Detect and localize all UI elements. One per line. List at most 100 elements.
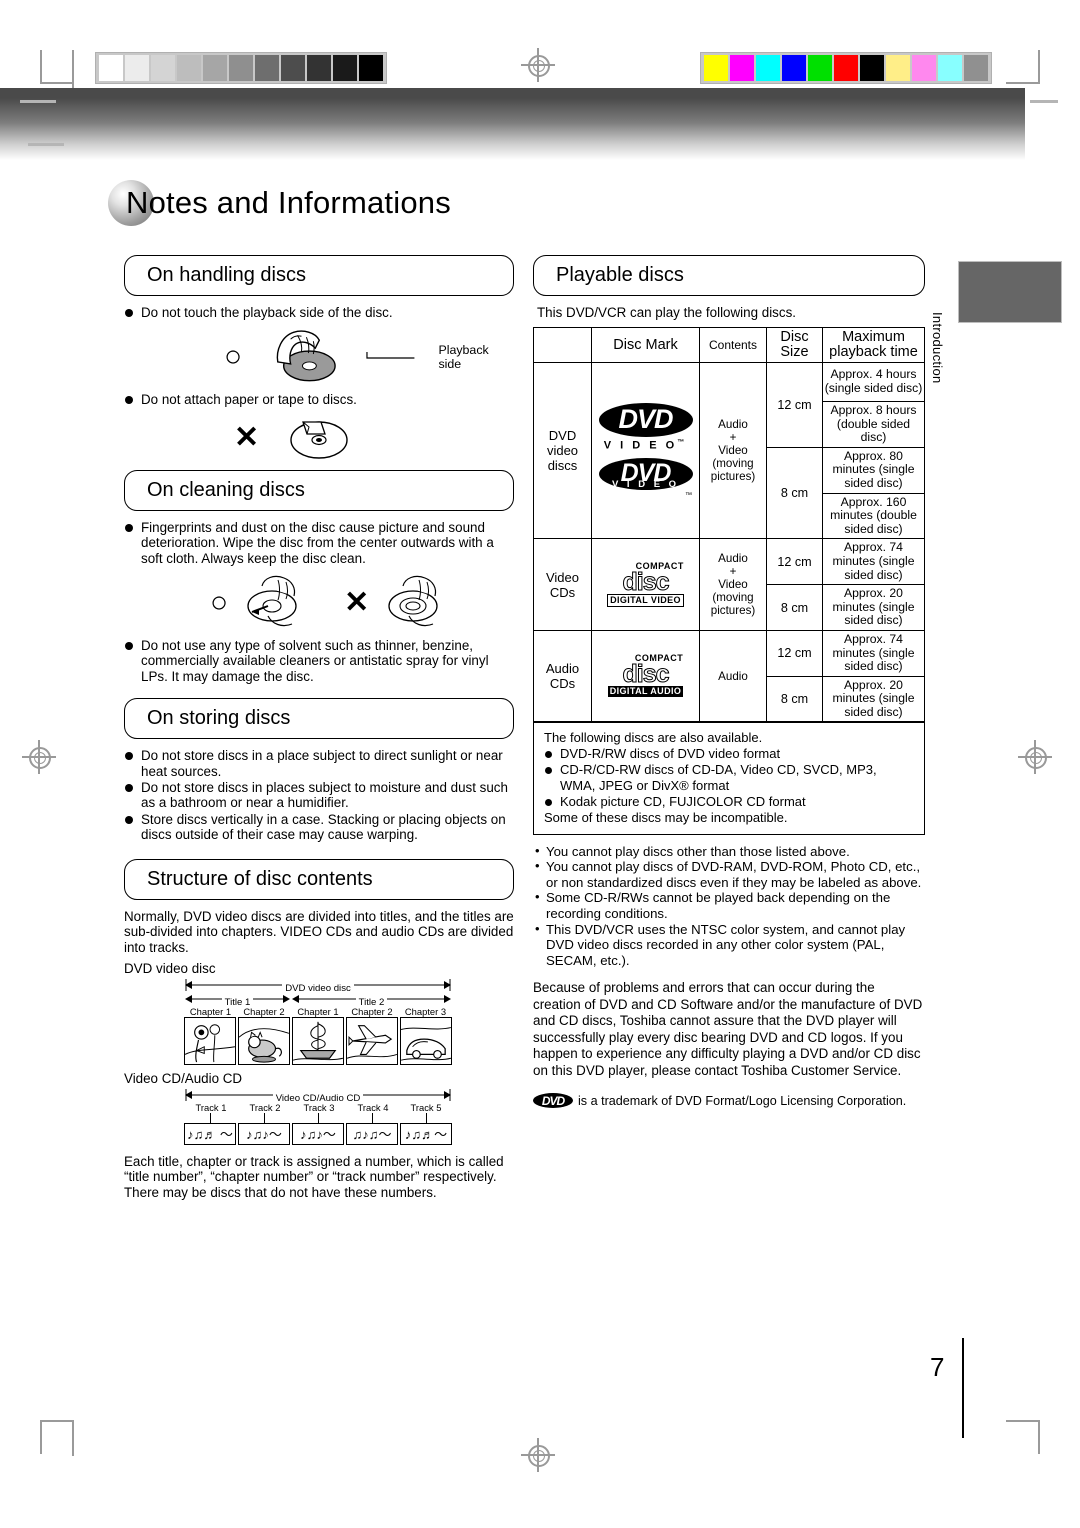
dvd-logo-small-icon: DVD [533, 1093, 573, 1109]
list-item: Kodak picture CD, FUJICOLOR CD format [544, 794, 914, 810]
dvd-span-label: DVD video disc [282, 982, 354, 994]
color-patch [730, 55, 754, 81]
cd-diagram-caption: Video CD/Audio CD [124, 1070, 243, 1086]
also-available-box: The following discs are also available. … [533, 722, 925, 835]
color-patch [808, 55, 832, 81]
dvd-contents-l3: Video [718, 444, 748, 458]
color-patch [912, 55, 936, 81]
dvd-time-8cm-single: Approx. 80 minutes (single sided disc) [822, 446, 925, 494]
section-heading-cleaning-text: On cleaning discs [147, 478, 305, 501]
track-box: ♪♫♬ 〜 [184, 1122, 236, 1145]
videocd-contents-l1: Audio [718, 552, 748, 566]
also-available-footer: Some of these discs may be incompatible. [544, 810, 788, 826]
list-item: Do not touch the playback side of the di… [124, 305, 514, 320]
header-disc-size-l1: Disc [780, 329, 809, 345]
row-type-dvd-l3: discs [547, 458, 578, 474]
color-patch [756, 55, 780, 81]
videocd-contents-l4: (moving [712, 591, 754, 605]
gray-patch [151, 55, 175, 81]
dvd-size-12cm: 12 cm [766, 362, 823, 448]
header-playback-time: Maximum playback time [822, 327, 925, 363]
section-heading-cleaning: On cleaning discs [124, 469, 514, 511]
videocd-contents-l5: pictures) [710, 604, 756, 618]
header-disc-size: Disc Size [766, 327, 823, 363]
gray-patch [229, 55, 253, 81]
row-type-videocd-l2: CDs [549, 584, 576, 600]
row-type-videocd-l1: Video [545, 569, 579, 585]
disclaimer-text: Because of problems and errors that can … [533, 980, 923, 1078]
gray-patch [281, 55, 305, 81]
dvd-contents-l2: + [729, 431, 737, 445]
playable-discs-table: Disc Mark Contents Disc Size Maximum pla… [533, 327, 925, 723]
list-item: DVD-R/RW discs of DVD video format [544, 746, 914, 762]
row-type-dvd-l2: video [546, 443, 579, 459]
list-item: Do not store discs in places subject to … [124, 780, 514, 811]
dvd-structure-diagram: DVD video disc Title 1 Title 2 Chapter 1… [184, 978, 452, 1065]
gray-patch [333, 55, 357, 81]
playback-side-label: Playback side [438, 343, 489, 372]
header-disc-size-l2: Size [780, 344, 809, 360]
section-heading-playable-text: Playable discs [556, 264, 684, 286]
leader-line [366, 352, 415, 359]
dvd-contents-l4: (moving [712, 457, 754, 471]
also-available-lead: The following discs are also available. [544, 730, 763, 746]
circle-ok-icon: ○ [210, 586, 229, 620]
dvd-time-12cm-single: Approx. 4 hours (single sided disc) [822, 362, 925, 402]
thumbnail-cat [238, 1016, 290, 1065]
dvd-size-8cm: 8 cm [766, 446, 823, 540]
page-title: Notes and Informations [108, 180, 451, 226]
playable-intro-text: This DVD/VCR can play the following disc… [537, 305, 796, 320]
page-number: 7 [930, 1352, 945, 1382]
figure-hold-disc-correct: ○ Playback side [124, 326, 514, 388]
section-heading-handling: On handling discs [124, 255, 514, 296]
page-number-rule [962, 1338, 964, 1438]
registration-mark-bottom [521, 1438, 555, 1472]
table-row: Audio CDs COMPACT disc DIGITAL AUDIO Aud… [533, 629, 925, 723]
header-type [533, 327, 592, 363]
cd-logo-digital-audio-text: DIGITAL AUDIO [607, 685, 684, 697]
videocd-contents-cell: Audio + Video (moving pictures) [699, 538, 767, 631]
leader-stem [318, 1112, 319, 1123]
title-label: Title 2 [355, 996, 388, 1008]
row-type-audiocd-l1: Audio [545, 661, 580, 677]
dvd-video-logo-cell: DVD V I D E O™ DVD V I D E O ™ [591, 361, 700, 540]
track-box: ♪♫♬〜 [400, 1122, 452, 1145]
table-header-row: Disc Mark Contents Disc Size Maximum pla… [533, 327, 925, 363]
playable-notes-list: You cannot play discs other than those l… [533, 843, 925, 969]
trademark-text: is a trademark of DVD Format/Logo Licens… [578, 1093, 907, 1108]
handling-bullet-list-2: Do not attach paper or tape to discs. [124, 392, 514, 407]
row-type-videocd: Video CDs [533, 538, 592, 631]
cd-span-label: Video CD/Audio CD [272, 1092, 364, 1104]
disc-with-tape-icon [290, 421, 348, 459]
table-row: Video CDs COMPACT disc DIGITAL VIDEO Aud… [533, 538, 925, 631]
dvd-time-12cm-double: Approx. 8 hours (double sided disc) [822, 401, 925, 448]
list-item: This DVD/VCR uses the NTSC color system,… [533, 921, 925, 969]
figure-no-paper-tape: ✕ [124, 414, 514, 462]
compact-disc-digital-audio-logo-cell: COMPACT disc DIGITAL AUDIO [591, 629, 700, 723]
structure-outro-1: Each title, chapter or track is assigned… [124, 1153, 504, 1185]
list-item: Do not use any type of solvent such as t… [124, 638, 514, 684]
track-box: ♪♫♪〜 [292, 1122, 344, 1145]
tick-mark-left [20, 100, 56, 103]
compact-disc-digital-audio-logo-icon: COMPACT disc DIGITAL AUDIO [607, 653, 684, 697]
registration-mark-top [521, 48, 555, 82]
structure-intro-text: Normally, DVD video discs are divided in… [124, 908, 514, 955]
row-type-audiocd: Audio CDs [533, 629, 592, 723]
audiocd-contents-cell: Audio [699, 629, 767, 723]
row-type-dvd-l1: DVD [548, 428, 577, 444]
section-tab-swatch [958, 261, 1062, 323]
table-row: DVD video discs DVD V I D E O™ DVD V I D… [533, 361, 925, 540]
dvd-contents-cell: Audio + Video (moving pictures) [699, 361, 767, 540]
row-type-dvd: DVD video discs [533, 361, 592, 540]
section-heading-playable: Playable discs [533, 255, 925, 296]
cleaning-bullet-list-2: Do not use any type of solvent such as t… [124, 638, 514, 684]
header-time-l1: Maximum [842, 329, 905, 345]
section-heading-structure-text: Structure of disc contents [147, 867, 373, 890]
header-time-l2: playback time [829, 344, 918, 360]
tick-mark-right [1030, 100, 1058, 103]
hand-holding-disc-icon [276, 330, 336, 382]
track-box: ♪♫♪〜 [238, 1122, 290, 1145]
gradient-calibration-band [0, 88, 1025, 160]
cd-logo-disc-text: disc [622, 567, 670, 596]
right-column: Playable discs This DVD/VCR can play the… [533, 255, 925, 1109]
